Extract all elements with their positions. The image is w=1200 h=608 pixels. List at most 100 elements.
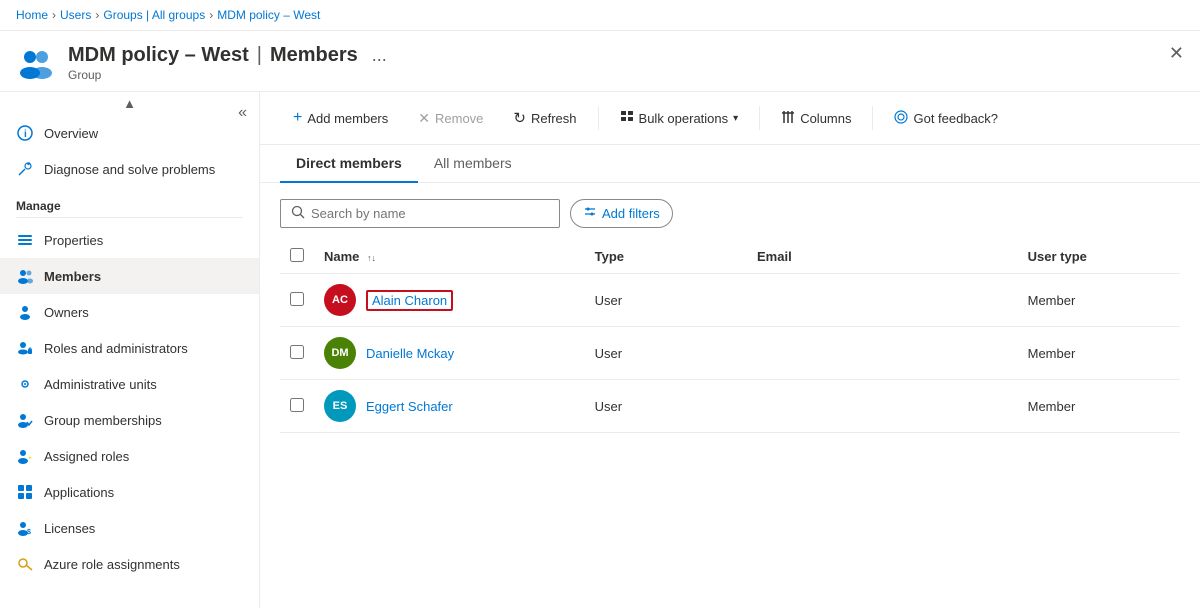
people-check-icon: [16, 411, 34, 429]
svg-text:$: $: [27, 529, 31, 536]
sidebar-item-group-memberships-label: Group memberships: [44, 413, 162, 428]
ellipsis-button[interactable]: ...: [366, 43, 393, 68]
search-input-wrap: [280, 199, 560, 228]
svg-text:i: i: [24, 129, 27, 140]
sidebar-item-applications-label: Applications: [44, 485, 114, 500]
sidebar-item-licenses-label: Licenses: [44, 521, 95, 536]
row-checkbox-dm[interactable]: [290, 345, 304, 359]
usertype-dm: Member: [1018, 327, 1180, 380]
sort-icon[interactable]: ↑↓: [367, 253, 376, 263]
sidebar-item-admin-units[interactable]: Administrative units: [0, 366, 259, 402]
row-checkbox-ac[interactable]: [290, 292, 304, 306]
sidebar-item-owners[interactable]: Owners: [0, 294, 259, 330]
type-column-header: Type: [585, 240, 747, 274]
member-link-ac[interactable]: Alain Charon: [372, 293, 447, 308]
email-dm: [747, 327, 1018, 380]
refresh-icon: ↻: [513, 109, 526, 127]
columns-button[interactable]: Columns: [768, 103, 864, 134]
avatar-ac: AC: [324, 284, 356, 316]
refresh-button[interactable]: ↻ Refresh: [500, 102, 589, 134]
tab-all-members[interactable]: All members: [418, 145, 528, 183]
bulk-operations-button[interactable]: Bulk operations ▾: [607, 103, 752, 134]
bars-icon: [16, 231, 34, 249]
breadcrumb: Home › Users › Groups | All groups › MDM…: [0, 0, 1200, 31]
table-row: AC Alain Charon User Member: [280, 274, 1180, 327]
select-all-header: [280, 240, 314, 274]
toolbar-separator-2: [759, 106, 760, 130]
feedback-button[interactable]: Got feedback?: [881, 103, 1011, 134]
toolbar-separator-1: [598, 106, 599, 130]
breadcrumb-groups[interactable]: Groups | All groups: [103, 8, 205, 22]
name-column-header: Name ↑↓: [314, 240, 585, 274]
wrench-icon: [16, 160, 34, 178]
name-cell-es: ES Eggert Schafer: [324, 390, 575, 422]
row-checkbox-es[interactable]: [290, 398, 304, 412]
close-button[interactable]: ✕: [1169, 43, 1184, 64]
sidebar-item-members[interactable]: Members: [0, 258, 259, 294]
usertype-ac: Member: [1018, 274, 1180, 327]
tabs: Direct members All members: [260, 145, 1200, 183]
sidebar-item-azure-roles[interactable]: Azure role assignments: [0, 546, 259, 582]
breadcrumb-home[interactable]: Home: [16, 8, 48, 22]
page-title: MDM policy – West | Members ...: [68, 43, 393, 68]
bulk-icon: [620, 110, 634, 127]
people-lock-icon: [16, 339, 34, 357]
search-icon: [291, 205, 305, 222]
member-link-es[interactable]: Eggert Schafer: [366, 399, 453, 414]
name-cell-dm: DM Danielle Mckay: [324, 337, 575, 369]
sidebar-item-admin-units-label: Administrative units: [44, 377, 157, 392]
sidebar-item-properties[interactable]: Properties: [0, 222, 259, 258]
remove-button[interactable]: ✕ Remove: [405, 103, 496, 134]
usertype-es: Member: [1018, 380, 1180, 433]
info-icon: i: [16, 124, 34, 142]
type-dm: User: [585, 327, 747, 380]
add-filters-button[interactable]: Add filters: [570, 199, 673, 228]
people-icon: [16, 267, 34, 285]
add-members-button[interactable]: + Add members: [280, 102, 401, 134]
type-es: User: [585, 380, 747, 433]
group-icon: [16, 43, 56, 83]
sidebar-item-assigned-roles[interactable]: Assigned roles: [0, 438, 259, 474]
columns-icon: [781, 110, 795, 127]
grid-icon: [16, 483, 34, 501]
page-subtitle: Group: [68, 68, 393, 82]
search-bar: Add filters: [260, 183, 1200, 240]
search-input[interactable]: [311, 206, 511, 221]
sidebar-item-roles-label: Roles and administrators: [44, 341, 188, 356]
sidebar-scroll-up[interactable]: ▲: [0, 92, 259, 115]
sidebar-item-azure-roles-label: Azure role assignments: [44, 557, 180, 572]
member-link-dm[interactable]: Danielle Mckay: [366, 346, 454, 361]
sidebar-item-diagnose[interactable]: Diagnose and solve problems: [0, 151, 259, 187]
breadcrumb-users[interactable]: Users: [60, 8, 91, 22]
avatar-es: ES: [324, 390, 356, 422]
sidebar-item-roles[interactable]: Roles and administrators: [0, 330, 259, 366]
name-cell-ac: AC Alain Charon: [324, 284, 575, 316]
page-header: MDM policy – West | Members ... Group ✕: [0, 31, 1200, 92]
filter-icon: [583, 205, 597, 222]
sidebar-item-applications[interactable]: Applications: [0, 474, 259, 510]
select-all-checkbox[interactable]: [290, 248, 304, 262]
person-icon: [16, 303, 34, 321]
toolbar-separator-3: [872, 106, 873, 130]
toolbar: + Add members ✕ Remove ↻ Refresh Bulk op…: [260, 92, 1200, 145]
people-money-icon: $: [16, 519, 34, 537]
plus-icon: +: [293, 109, 302, 127]
gear-people-icon: [16, 375, 34, 393]
usertype-column-header: User type: [1018, 240, 1180, 274]
content-area: + Add members ✕ Remove ↻ Refresh Bulk op…: [260, 92, 1200, 608]
email-es: [747, 380, 1018, 433]
sidebar-item-overview-label: Overview: [44, 126, 98, 141]
people-star-icon: [16, 447, 34, 465]
breadcrumb-policy[interactable]: MDM policy – West: [217, 8, 320, 22]
sidebar-item-licenses[interactable]: $ Licenses: [0, 510, 259, 546]
sidebar: « ▲ i Overview Diagnose and solve proble…: [0, 92, 260, 608]
table-row: DM Danielle Mckay User Member: [280, 327, 1180, 380]
tab-direct-members[interactable]: Direct members: [280, 145, 418, 183]
sidebar-collapse-button[interactable]: «: [234, 100, 251, 126]
sidebar-item-members-label: Members: [44, 269, 101, 284]
table-row: ES Eggert Schafer User Member: [280, 380, 1180, 433]
feedback-icon: [894, 110, 908, 127]
sidebar-item-group-memberships[interactable]: Group memberships: [0, 402, 259, 438]
members-table-wrap: Name ↑↓ Type Email User type: [260, 240, 1200, 608]
sidebar-item-overview[interactable]: i Overview: [0, 115, 259, 151]
